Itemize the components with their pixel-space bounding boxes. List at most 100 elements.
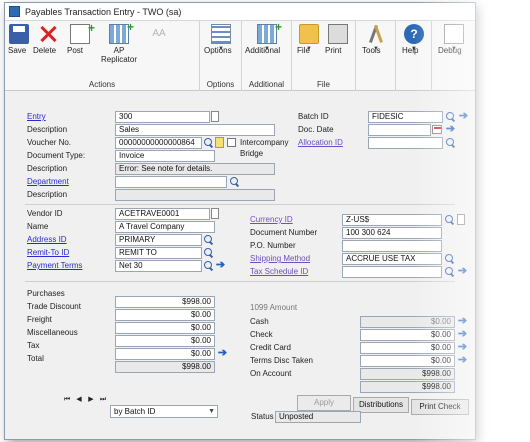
arrow-right-icon[interactable]: ➔ [458, 111, 469, 122]
ribbon-group-debug: Debug ▼ [432, 21, 475, 91]
intercompany-checkbox[interactable] [227, 138, 236, 147]
terms-disc-field[interactable]: $0.00 [360, 355, 455, 367]
arrow-right-icon[interactable]: ➔ [217, 348, 228, 359]
arrow-right-icon[interactable]: ➔ [457, 342, 468, 353]
trade-discount-field[interactable]: $0.00 [115, 309, 215, 321]
group-label-file: File [317, 80, 330, 89]
page-icon[interactable] [211, 208, 219, 219]
tools-button[interactable]: Tools ▼ [362, 24, 390, 55]
arrow-right-icon[interactable]: ➔ [457, 266, 468, 277]
apply-button[interactable]: Apply [297, 395, 351, 411]
batch-id-field[interactable]: FIDESIC [368, 111, 443, 123]
divider [25, 204, 455, 205]
delete-button[interactable]: Delete [33, 24, 63, 55]
credit-card-field[interactable]: $0.00 [360, 342, 455, 354]
arrow-right-icon[interactable]: ➔ [457, 316, 468, 327]
calendar-icon[interactable] [432, 125, 442, 134]
description-field[interactable]: Sales [115, 124, 275, 136]
lookup-icon[interactable] [203, 247, 214, 258]
check-field[interactable]: $0.00 [360, 329, 455, 341]
last-record-icon[interactable]: ⏭ [99, 395, 107, 404]
aa-button[interactable]: AA [147, 24, 171, 46]
file-button[interactable]: File ▼ [297, 24, 321, 55]
post-icon [70, 21, 95, 44]
purchases-field[interactable]: $998.00 [115, 296, 215, 308]
remit-to-label[interactable]: Remit-To ID [27, 248, 69, 257]
shipping-method-label[interactable]: Shipping Method [250, 254, 310, 263]
lookup-icon[interactable] [203, 234, 214, 245]
ribbon-group-actions: Save Delete Post AP Replicator AA Action… [5, 20, 200, 91]
lookup-icon[interactable] [445, 111, 456, 122]
print-check-button[interactable]: Print Check [411, 399, 469, 415]
lookup-icon[interactable] [203, 260, 214, 271]
document-type-select[interactable]: Invoice [115, 150, 215, 162]
voucher-field[interactable]: 00000000000000864 [115, 137, 202, 149]
lookup-icon[interactable] [445, 137, 456, 148]
department-label[interactable]: Department [27, 177, 69, 186]
shipping-method-field[interactable]: ACCRUE USE TAX [342, 253, 442, 265]
vendor-name-label: Name [27, 222, 49, 231]
miscellaneous-field[interactable]: $0.00 [115, 335, 215, 347]
print-button[interactable]: Print [325, 24, 351, 55]
app-icon [9, 6, 20, 17]
note-icon[interactable] [215, 137, 224, 148]
ap-replicator-button[interactable]: AP Replicator [97, 20, 141, 64]
tax-schedule-label[interactable]: Tax Schedule ID [250, 267, 308, 276]
cash-field[interactable]: $0.00 [360, 316, 455, 328]
on-account-field: $998.00 [360, 368, 455, 380]
tax-schedule-field[interactable] [342, 266, 442, 278]
remit-to-field[interactable]: REMIT TO [115, 247, 202, 259]
next-record-icon[interactable]: ▶ [87, 395, 95, 404]
lookup-icon[interactable] [444, 214, 455, 225]
entry-label[interactable]: Entry [27, 112, 46, 121]
group-label-options: Options [206, 80, 235, 89]
cash-label: Cash [250, 317, 269, 326]
debug-button[interactable]: Debug ▼ [438, 24, 470, 55]
payment-terms-field[interactable]: Net 30 [115, 260, 202, 272]
group-label-actions: Actions [88, 80, 116, 89]
lookup-icon[interactable] [203, 137, 214, 148]
vendor-id-field[interactable]: ACETRAVE0001 [115, 208, 210, 220]
arrow-right-icon[interactable]: ➔ [445, 124, 456, 135]
lookup-icon[interactable] [444, 266, 455, 277]
allocation-id-label[interactable]: Allocation ID [298, 138, 343, 147]
document-type-label: Document Type: [27, 151, 86, 160]
address-id-label[interactable]: Address ID [27, 235, 67, 244]
previous-record-icon[interactable]: ◀ [75, 395, 83, 404]
address-id-field[interactable]: PRIMARY [115, 234, 202, 246]
distributions-button[interactable]: Distributions [353, 397, 409, 413]
lookup-icon[interactable] [444, 253, 455, 264]
page-icon[interactable] [211, 111, 219, 122]
sort-by-select[interactable]: by Batch ID ▼ [110, 405, 218, 418]
options-icon [211, 24, 231, 44]
arrow-right-icon[interactable]: ➔ [215, 260, 226, 271]
first-record-icon[interactable]: ⏮ [63, 395, 71, 404]
freight-field[interactable]: $0.00 [115, 322, 215, 334]
allocation-id-field[interactable] [368, 137, 443, 149]
vendor-name-field[interactable]: A Travel Company [115, 221, 215, 233]
group-label-additional: Additional [248, 80, 285, 89]
department-field[interactable] [115, 176, 227, 188]
payment-terms-label[interactable]: Payment Terms [27, 261, 82, 270]
lookup-icon[interactable] [229, 176, 240, 187]
options-button[interactable]: Options ▼ [204, 24, 238, 55]
help-button[interactable]: ? Help ▼ [402, 24, 426, 55]
document-number-field[interactable]: 100 300 624 [342, 227, 442, 239]
entry-field[interactable]: 300 [115, 111, 210, 123]
post-button[interactable]: Post [67, 21, 95, 55]
po-number-field[interactable] [342, 240, 442, 252]
batch-id-label: Batch ID [298, 112, 329, 121]
doc-date-field[interactable] [368, 124, 431, 136]
page-icon[interactable] [457, 214, 465, 225]
currency-id-label[interactable]: Currency ID [250, 215, 293, 224]
amount-1099-label: 1099 Amount [250, 303, 298, 312]
arrow-right-icon[interactable]: ➔ [457, 355, 468, 366]
additional-button[interactable]: Additional ▼ [245, 20, 289, 55]
save-button[interactable]: Save [8, 24, 30, 55]
bridge-label: Bridge [240, 149, 264, 158]
tax-field[interactable]: $0.00 [115, 348, 215, 360]
replicator-icon [109, 20, 134, 44]
intercompany-label: Intercompany [240, 138, 289, 147]
currency-id-field[interactable]: Z-US$ [342, 214, 442, 226]
arrow-right-icon[interactable]: ➔ [457, 329, 468, 340]
